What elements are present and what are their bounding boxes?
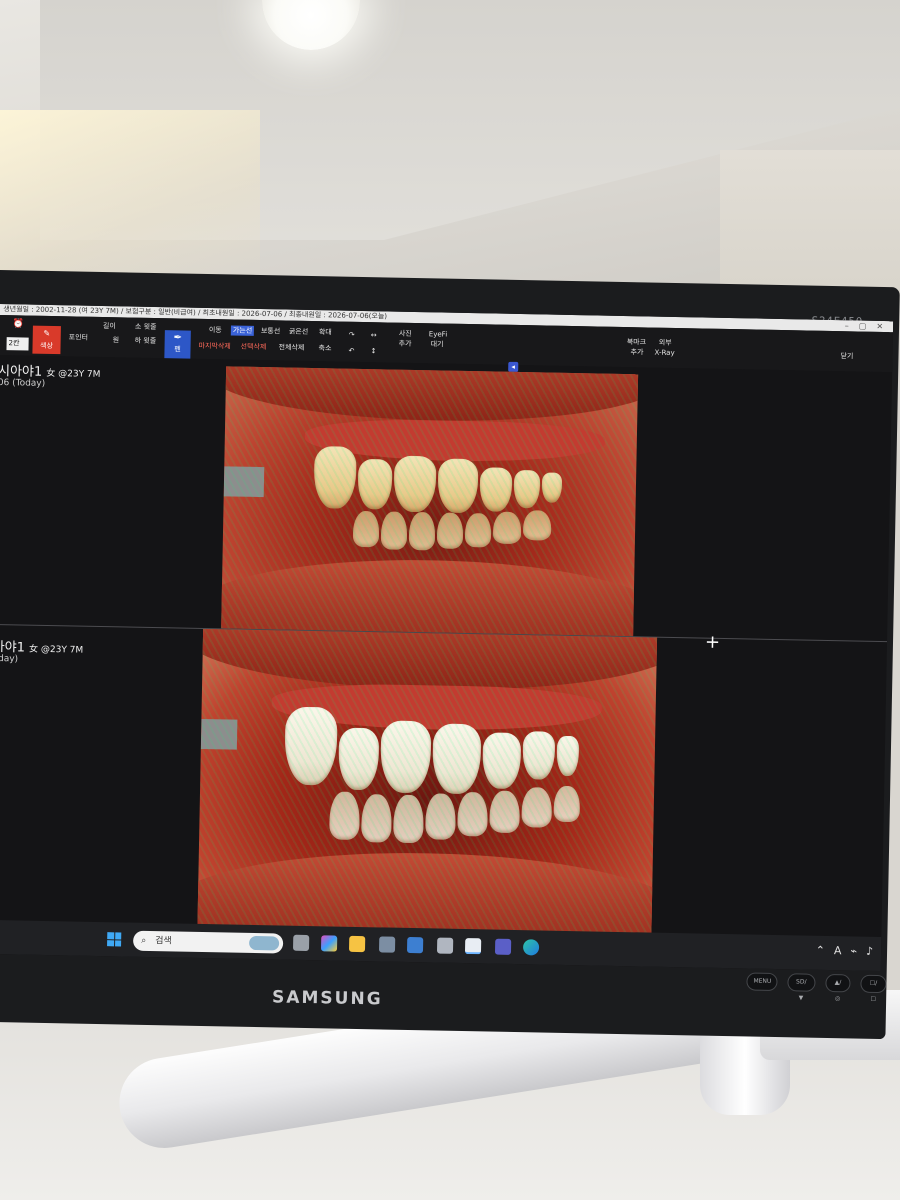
source-hw-button[interactable]: ☐/☐ xyxy=(860,974,887,1003)
speaker-icon[interactable]: ◂ xyxy=(508,361,519,372)
bookmark-label-2[interactable]: 추가 xyxy=(630,347,643,357)
visit-date-pane2: oday) xyxy=(0,653,19,665)
rotate-left-icon[interactable]: ↶ xyxy=(348,346,354,356)
maximize-button[interactable]: ▢ xyxy=(859,320,867,331)
delete-last-tool[interactable]: 마지막삭제 xyxy=(198,341,231,352)
patient-meta: 女 @23Y 7M xyxy=(28,644,84,656)
palette-icon: ✎ xyxy=(43,328,51,338)
delete-selected-tool[interactable]: 선택삭제 xyxy=(240,342,266,352)
system-tray: ⌃ A ⌁ ♪ xyxy=(816,944,874,958)
close-viewer-button[interactable]: 닫기 xyxy=(840,351,853,361)
xray-label-2[interactable]: X-Ray xyxy=(654,348,674,358)
rotate-right-icon[interactable]: ↷ xyxy=(349,330,355,340)
copilot-icon[interactable] xyxy=(320,935,338,952)
up-hw-button[interactable]: ▲/◎ xyxy=(825,973,851,1002)
add-photo-label-2[interactable]: 추가 xyxy=(399,339,412,349)
app-icon[interactable] xyxy=(436,937,454,954)
screen: 생년월일 : 2002-11-28 (여 23Y 7M) / 보험구분 : 일반… xyxy=(0,303,894,972)
intraoral-photo-before[interactable] xyxy=(221,366,639,637)
app-icon[interactable] xyxy=(406,936,424,954)
search-highlight-icon xyxy=(248,935,280,951)
intraoral-photo-after[interactable] xyxy=(197,628,658,938)
edge-browser-icon[interactable] xyxy=(522,939,540,956)
alarm-icon[interactable]: ⏰ xyxy=(13,319,24,329)
chevron-up-icon[interactable]: ⌃ xyxy=(816,944,825,957)
pointer-tool[interactable]: 포인터 xyxy=(69,332,89,342)
pen-icon: ✒ xyxy=(173,332,183,344)
dental-viewer-app-icon[interactable] xyxy=(464,938,482,955)
thick-line-tool[interactable]: 굵은선 xyxy=(289,327,309,337)
close-window-button[interactable]: ✕ xyxy=(876,321,883,332)
brand-logo: SAMSUNG xyxy=(271,987,383,1010)
zoom-in-tool[interactable]: 확대 xyxy=(319,327,332,337)
lower-tooth-tool[interactable]: 하 윗줄 xyxy=(135,336,157,346)
xray-label-1[interactable]: 외부 xyxy=(659,338,672,348)
minimize-button[interactable]: – xyxy=(845,320,849,331)
taskbar-search-input[interactable]: ⌕ 검색 xyxy=(132,930,284,954)
pen-tool[interactable]: ✒ 펜 xyxy=(164,330,191,359)
search-icon: ⌕ xyxy=(141,935,147,946)
monitor: S24E450 생년월일 : 2002-11-28 (여 23Y 7M) / 보… xyxy=(0,270,900,1040)
window-controls: – ▢ ✕ xyxy=(845,320,883,332)
bookmark-label-1[interactable]: 북마크 xyxy=(627,337,647,347)
grid-layout-select[interactable]: 2칸 xyxy=(6,337,29,351)
pen-label: 펜 xyxy=(174,345,181,354)
add-photo-label-1[interactable]: 사진 xyxy=(399,329,412,339)
volume-icon[interactable]: ♪ xyxy=(866,945,873,958)
length-tool[interactable]: 길이 xyxy=(103,321,116,331)
patient-meta: 女 @23Y 7M xyxy=(46,368,101,380)
thin-line-tool[interactable]: 가는선 xyxy=(230,325,255,336)
zoom-out-tool[interactable]: 축소 xyxy=(318,343,331,353)
down-hw-button[interactable]: SD/▼ xyxy=(787,973,816,1002)
crosshair-cursor-icon: + xyxy=(704,631,721,653)
flip-vertical-icon[interactable]: ↕ xyxy=(370,346,376,356)
delete-all-label: 전체삭제 xyxy=(278,343,305,352)
eyefi-label-1[interactable]: EyeFi xyxy=(429,329,448,339)
color-button[interactable]: ✎ 색상 xyxy=(32,325,61,355)
normal-line-tool[interactable]: 보통선 xyxy=(261,326,281,336)
monitor-hardware-buttons: MENU SD/▼ ▲/◎ ☐/☐ xyxy=(746,972,887,1003)
windows-start-icon[interactable] xyxy=(107,932,122,947)
moire-overlay xyxy=(197,628,658,938)
wall xyxy=(720,150,900,300)
camera-icon[interactable] xyxy=(378,936,396,953)
move-tool[interactable]: 이동 xyxy=(209,325,222,335)
color-label: 색상 xyxy=(40,341,54,351)
task-view-icon[interactable] xyxy=(292,934,310,952)
circle-tool[interactable]: 원 xyxy=(113,335,120,345)
flip-horizontal-icon[interactable]: ↔ xyxy=(371,330,377,340)
cove-light xyxy=(0,110,260,290)
menu-hw-button[interactable]: MENU xyxy=(746,972,778,992)
moire-overlay xyxy=(221,366,639,637)
search-placeholder: 검색 xyxy=(155,936,172,947)
network-icon[interactable]: ⌁ xyxy=(850,944,857,957)
upper-tooth-tool[interactable]: 소 윗줄 xyxy=(135,322,157,332)
visit-date-pane1: 06 (Today) xyxy=(0,377,46,389)
delete-all-tool[interactable]: 전체삭제 xyxy=(278,342,304,352)
input-language-indicator[interactable]: A xyxy=(834,944,842,957)
eyefi-label-2[interactable]: 대기 xyxy=(431,339,444,349)
teams-icon[interactable] xyxy=(494,938,512,955)
file-explorer-icon[interactable] xyxy=(348,935,366,953)
